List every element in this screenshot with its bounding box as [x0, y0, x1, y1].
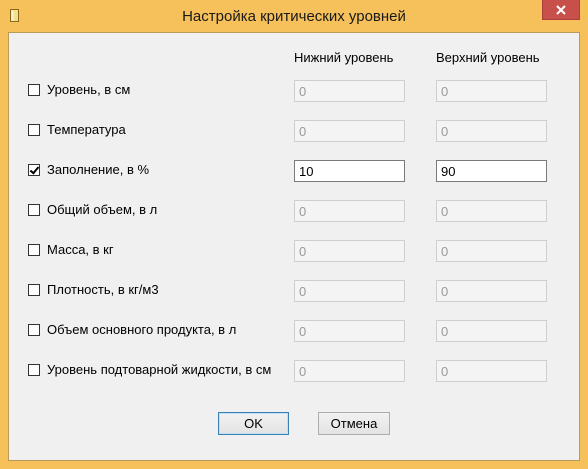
lower-level-input[interactable]: 10 [294, 160, 405, 182]
title-bar[interactable]: Настройка критических уровней [0, 0, 588, 32]
column-header-lower: Нижний уровень [294, 50, 394, 65]
row-checkbox[interactable] [28, 324, 40, 336]
cancel-button[interactable]: Отмена [318, 412, 390, 435]
row-checkbox[interactable] [28, 84, 40, 96]
upper-level-input[interactable]: 0 [436, 280, 547, 302]
upper-level-input[interactable]: 0 [436, 200, 547, 222]
window-title: Настройка критических уровней [182, 8, 406, 25]
upper-level-input[interactable]: 0 [436, 360, 547, 382]
row-label: Температура [47, 122, 126, 137]
row-label: Объем основного продукта, в л [47, 322, 237, 337]
dialog-window: Настройка критических уровней Нижний уро… [0, 0, 588, 469]
ok-button[interactable]: OK [218, 412, 289, 435]
lower-level-input[interactable]: 0 [294, 200, 405, 222]
row-label: Общий объем, в л [47, 202, 158, 217]
row-checkbox[interactable] [28, 244, 40, 256]
upper-level-input[interactable]: 0 [436, 80, 547, 102]
upper-level-input[interactable]: 0 [436, 320, 547, 342]
upper-level-input[interactable]: 0 [436, 240, 547, 262]
row-checkbox[interactable] [28, 124, 40, 136]
row-label: Масса, в кг [47, 242, 114, 257]
row-checkbox[interactable] [28, 284, 40, 296]
row-checkbox[interactable] [28, 164, 40, 176]
lower-level-input[interactable]: 0 [294, 320, 405, 342]
row-label: Уровень, в см [47, 82, 131, 97]
upper-level-input[interactable]: 90 [436, 160, 547, 182]
row-checkbox[interactable] [28, 204, 40, 216]
lower-level-input[interactable]: 0 [294, 240, 405, 262]
upper-level-input[interactable]: 0 [436, 120, 547, 142]
close-icon [556, 4, 566, 15]
lower-level-input[interactable]: 0 [294, 120, 405, 142]
column-header-upper: Верхний уровень [436, 50, 540, 65]
row-label: Уровень подтоварной жидкости, в см [47, 362, 272, 377]
row-checkbox[interactable] [28, 364, 40, 376]
lower-level-input[interactable]: 0 [294, 80, 405, 102]
row-label: Заполнение, в % [47, 162, 150, 177]
close-button[interactable] [542, 0, 580, 20]
row-label: Плотность, в кг/м3 [47, 282, 159, 297]
lower-level-input[interactable]: 0 [294, 280, 405, 302]
lower-level-input[interactable]: 0 [294, 360, 405, 382]
